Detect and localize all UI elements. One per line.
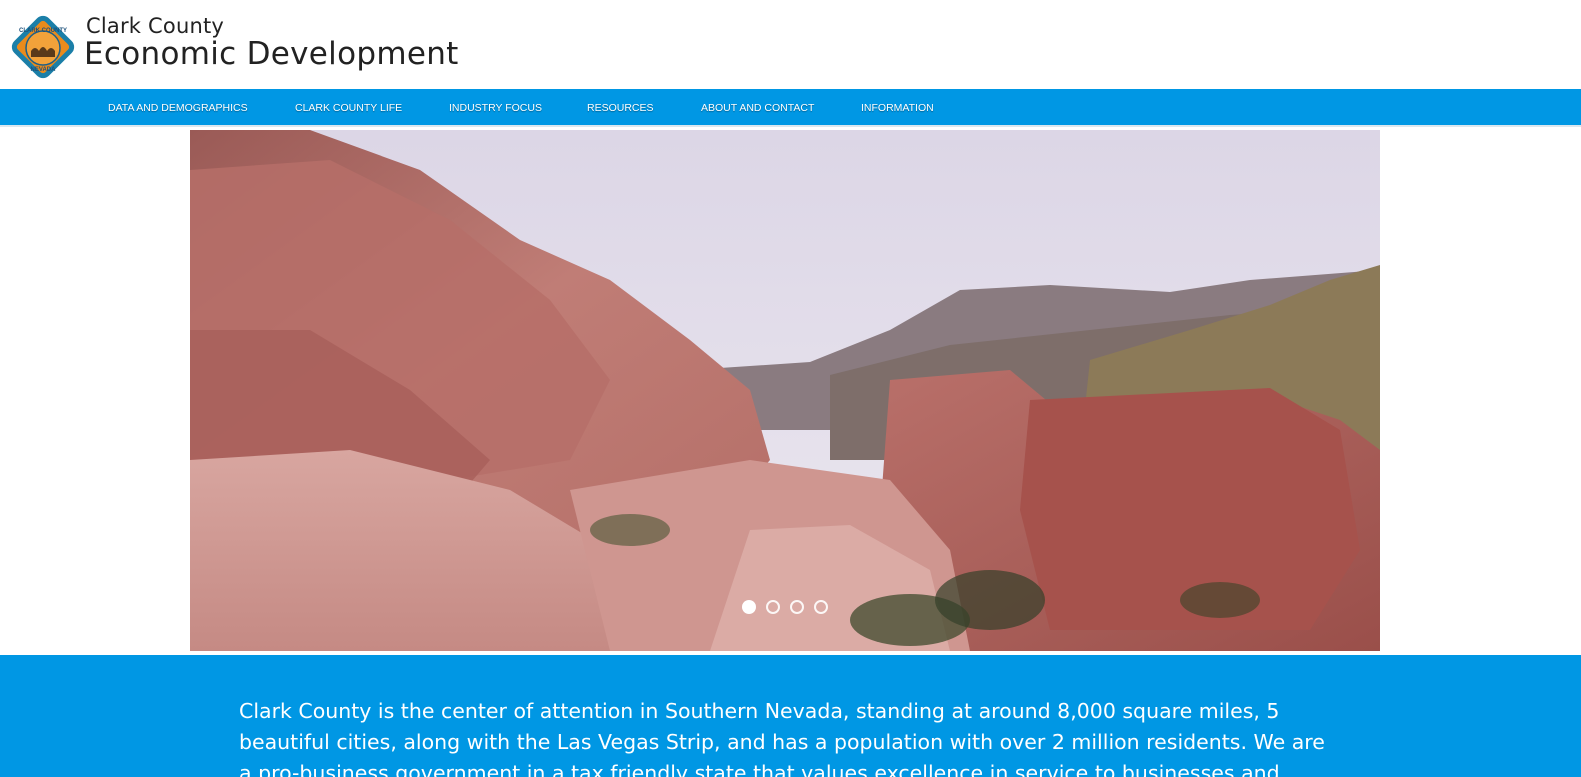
- hero-carousel[interactable]: [190, 130, 1380, 651]
- seal-text-bottom: NEVADA: [31, 67, 57, 73]
- nav-item-information[interactable]: INFORMATION: [861, 102, 934, 114]
- nav-item-data-and-demographics[interactable]: DATA AND DEMOGRAPHICS: [108, 102, 248, 114]
- nav-item-industry-focus[interactable]: INDUSTRY FOCUS: [449, 102, 542, 114]
- clark-county-seal-logo[interactable]: CLARK COUNTY NEVADA: [11, 15, 75, 81]
- nav-item-resources[interactable]: RESOURCES: [587, 102, 654, 114]
- site-title-small[interactable]: Clark County: [86, 14, 224, 38]
- carousel-dot-4[interactable]: [814, 600, 828, 614]
- main-navigation: DATA AND DEMOGRAPHICS CLARK COUNTY LIFE …: [0, 89, 1581, 127]
- hero-landscape-image: [190, 130, 1380, 651]
- seal-text-top: CLARK COUNTY: [19, 28, 67, 34]
- nav-item-clark-county-life[interactable]: CLARK COUNTY LIFE: [295, 102, 402, 114]
- intro-band: Clark County is the center of attention …: [0, 655, 1581, 777]
- nav-item-about-and-contact[interactable]: ABOUT AND CONTACT: [701, 102, 814, 114]
- carousel-dot-3[interactable]: [790, 600, 804, 614]
- carousel-pagination: [742, 600, 828, 614]
- carousel-dot-1[interactable]: [742, 600, 756, 614]
- site-title-large[interactable]: Economic Development: [84, 36, 459, 72]
- site-header: CLARK COUNTY NEVADA Clark County Economi…: [0, 0, 1581, 89]
- seal-icon: CLARK COUNTY NEVADA: [11, 15, 75, 79]
- carousel-dot-2[interactable]: [766, 600, 780, 614]
- intro-paragraph: Clark County is the center of attention …: [239, 699, 1325, 777]
